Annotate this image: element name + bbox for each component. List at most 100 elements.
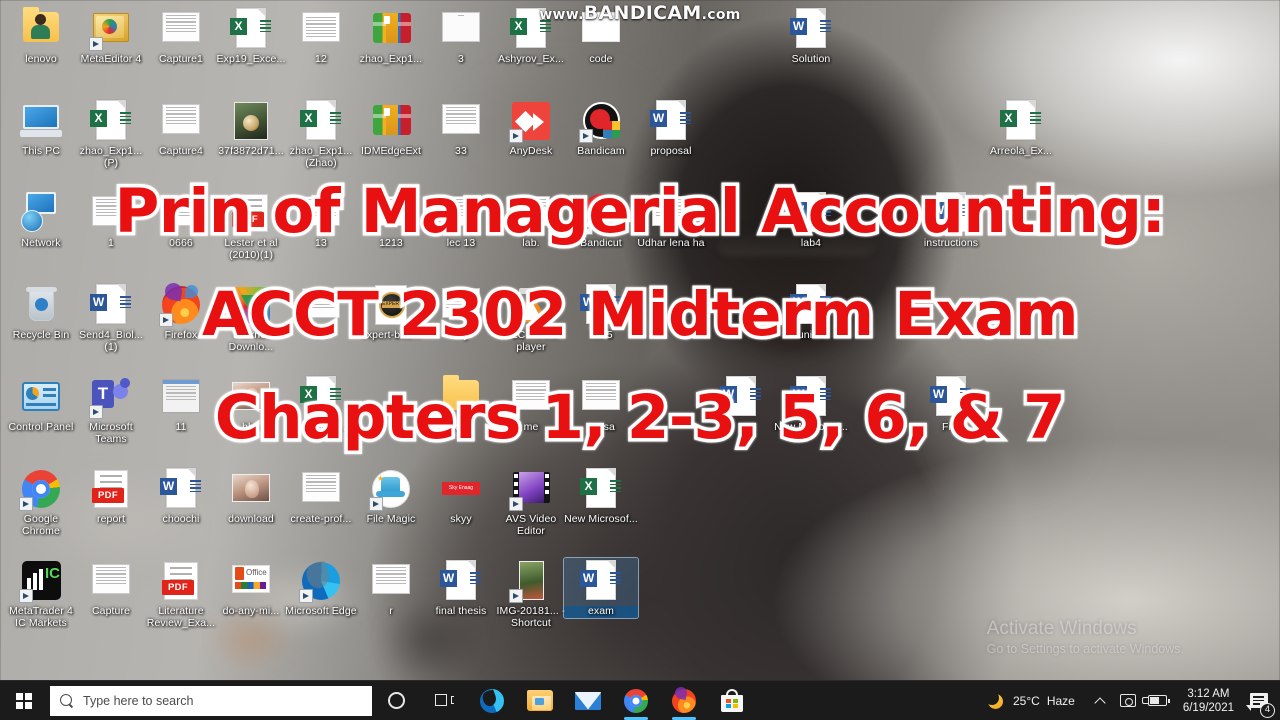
desktop-icon[interactable]: 1 bbox=[74, 190, 148, 250]
desktop-icon[interactable]: X Microsof... bbox=[284, 374, 358, 434]
desktop-icon[interactable]: W Solution bbox=[774, 6, 848, 66]
desktop-icon[interactable]: Firefox bbox=[144, 281, 218, 342]
desktop-icon[interactable]: Internet Downlo... bbox=[214, 282, 288, 353]
desktop-icon-label: r bbox=[389, 605, 393, 617]
taskbar-app-edge[interactable] bbox=[468, 681, 516, 720]
shortcut-arrow-icon bbox=[19, 497, 33, 511]
desktop-icon[interactable]: Capture4 bbox=[144, 98, 218, 158]
desktop-icon[interactable]: IC MetaTrader 4 IC Markets bbox=[4, 558, 78, 629]
desktop-icon[interactable]: lec 13 bbox=[424, 190, 498, 250]
desktop-icon[interactable]: zhao_Exp1... bbox=[354, 6, 428, 66]
desktop-icon[interactable]: Office do-any-mi... bbox=[214, 558, 288, 618]
desktop-icon[interactable]: 1213 bbox=[354, 190, 428, 250]
desktop-icon[interactable]: dong bbox=[424, 374, 498, 434]
desktop-icon[interactable]: W Send4_Biol... (1) bbox=[74, 282, 148, 353]
desktop-icon[interactable]: Capture bbox=[74, 558, 148, 618]
desktop-icon[interactable]: Wproposal bbox=[634, 98, 708, 158]
desktop-icon[interactable]: lenovo bbox=[4, 6, 78, 66]
taskbar-app-firefox[interactable] bbox=[660, 681, 708, 720]
desktop-icon[interactable]: Bandicut bbox=[564, 190, 638, 250]
desktop-icon[interactable]: 37f3872d71... bbox=[214, 98, 288, 158]
tray-weather-widget[interactable]: 25°C Haze bbox=[980, 681, 1085, 720]
desktop-icon[interactable]: EXPERT expert-bad... bbox=[354, 282, 428, 342]
desktop-icon-label: AVS Video Editor bbox=[505, 513, 557, 537]
desktop-icon[interactable]: Wlab4 bbox=[774, 190, 848, 250]
search-input[interactable]: Type here to search bbox=[50, 685, 372, 716]
desktop-icon[interactable]: lab. bbox=[494, 190, 568, 250]
desktop-icon[interactable]: X Arreola_Ex... bbox=[984, 98, 1058, 158]
desktop-icon[interactable]: me bbox=[494, 374, 568, 434]
desktop-icon[interactable]: W Fi... bbox=[914, 374, 988, 434]
desktop-icon[interactable]: T Microsoft Teams bbox=[74, 374, 148, 445]
desktop-icon[interactable]: download bbox=[214, 466, 288, 526]
desktop-icon[interactable]: Capture1 bbox=[144, 6, 218, 66]
desktop-icon[interactable]: code bbox=[564, 6, 638, 66]
desktop-icon[interactable]: yessa bbox=[564, 374, 638, 434]
desktop-icon[interactable]: Sky Enaag skyy bbox=[424, 466, 498, 526]
desktop-icon[interactable]: MetaEditor 4 bbox=[74, 6, 148, 66]
tray-battery-button[interactable] bbox=[1141, 681, 1175, 720]
start-button[interactable] bbox=[0, 681, 48, 720]
desktop-icon[interactable]: PDF Literature Review_Exa... bbox=[144, 558, 218, 629]
desktop-icon[interactable]: AVS Video Editor bbox=[494, 466, 568, 537]
desktop-icon[interactable]: Wexam bbox=[563, 557, 639, 619]
desktop-icon[interactable]: This PC bbox=[4, 98, 78, 158]
desktop-icon[interactable]: sky bbox=[424, 282, 498, 342]
desktop-icon[interactable]: Udhar lena ha bbox=[634, 190, 708, 250]
desktop-icon[interactable]: 11 bbox=[144, 374, 218, 434]
desktop-icon[interactable]: IDMEdgeExt bbox=[354, 98, 428, 158]
desktop-icon[interactable]: Bandicam bbox=[564, 98, 638, 158]
desktop-icon[interactable]: Xzhao_Exp1... (P) bbox=[74, 98, 148, 169]
desktop-icon[interactable]: VLC media player bbox=[494, 282, 568, 353]
taskbar-app-mail[interactable] bbox=[564, 681, 612, 720]
tray-camera-button[interactable] bbox=[1115, 681, 1141, 720]
desktop-icon[interactable]: 12 bbox=[284, 6, 358, 66]
desktop-icon[interactable]: Recycle Bin bbox=[4, 282, 78, 342]
desktop-icon[interactable]: create-prof... bbox=[284, 466, 358, 526]
task-view-button[interactable] bbox=[420, 681, 468, 720]
desktop-icon[interactable]: Microsoft Edge bbox=[284, 558, 358, 618]
mail-icon bbox=[575, 691, 601, 710]
tray-clock[interactable]: 3:12 AM 6/19/2021 bbox=[1175, 687, 1242, 715]
photo-girl-icon bbox=[228, 466, 274, 512]
desktop-icon[interactable]: ★ File Magic bbox=[354, 466, 428, 526]
taskbar-app-microsoft-store[interactable] bbox=[708, 681, 756, 720]
notification-center-button[interactable]: 4 bbox=[1242, 681, 1276, 720]
desktop-icon[interactable]: PDF report bbox=[74, 466, 148, 526]
desktop-icon[interactable]: 3 bbox=[424, 6, 498, 66]
desktop-icon[interactable]: X Exp19_Exce... bbox=[214, 6, 288, 66]
desktop-icon[interactable]: PDF Lester et al (2010)(1) bbox=[214, 190, 288, 261]
desktop-icon-label: Control Panel bbox=[8, 421, 74, 433]
taskbar-app-chrome[interactable] bbox=[612, 681, 660, 720]
desktop-icon[interactable]: W New Microsof... bbox=[774, 374, 848, 434]
desktop-icon[interactable]: Wlab 5 bbox=[564, 282, 638, 342]
desktop-icon-label: proposal bbox=[650, 145, 692, 157]
desktop-icon[interactable]: Winstructions bbox=[914, 190, 988, 250]
desktop-icon[interactable]: AnyDesk bbox=[494, 98, 568, 158]
desktop-icon[interactable]: W9 bbox=[704, 374, 778, 434]
desktop-icon-label: lab. bbox=[522, 237, 540, 249]
word-icon: W bbox=[788, 190, 834, 236]
desktop-icon[interactable]: hhh bbox=[214, 374, 288, 434]
shortcut-arrow-icon bbox=[509, 313, 523, 327]
desktop-icon[interactable]: X Ashyrov_Ex... bbox=[494, 6, 568, 66]
show-hidden-icons-button[interactable] bbox=[1085, 681, 1115, 720]
desktop-icon[interactable]: Xzhao_Exp1... (Zhao) bbox=[284, 98, 358, 169]
desktop-icon[interactable]: Wfinal thesis bbox=[424, 558, 498, 618]
desktop-icon[interactable]: 13 bbox=[284, 190, 358, 250]
desktop-icon[interactable]: r bbox=[354, 558, 428, 618]
desktop-icon[interactable]: 14 bbox=[284, 282, 358, 342]
desktop-icon[interactable]: Wchoochi bbox=[144, 466, 218, 526]
taskbar-app-file-explorer[interactable] bbox=[516, 681, 564, 720]
excel-icon: X bbox=[578, 466, 624, 512]
desktop-icon[interactable]: 33 bbox=[424, 98, 498, 158]
desktop-icon[interactable]: Wunit 1 bbox=[774, 282, 848, 342]
desktop-icon[interactable]: 0666 bbox=[144, 190, 218, 250]
desktop-icon[interactable]: X New Microsof... bbox=[564, 466, 638, 526]
desktop-icon[interactable]: Google Chrome bbox=[4, 466, 78, 537]
desktop-icon[interactable]: Control Panel bbox=[4, 374, 78, 434]
desktop-icon-grid: lenovo MetaEditor 4 Capture1 X Exp19_Exce...… bbox=[0, 0, 1280, 720]
desktop-icon[interactable]: IMG-20181... - Shortcut bbox=[494, 558, 568, 629]
cortana-button[interactable] bbox=[372, 681, 420, 720]
desktop-icon[interactable]: Network bbox=[4, 190, 78, 250]
